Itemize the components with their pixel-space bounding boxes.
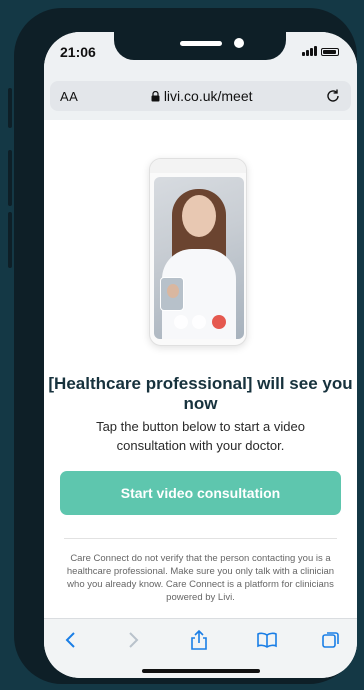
share-icon[interactable] [184, 625, 214, 655]
disclaimer: Care Connect do not verify that the pers… [66, 553, 335, 603]
address-bar[interactable]: AA livi.co.uk/meet [50, 81, 351, 111]
signal-icon [302, 46, 317, 56]
illustration-status-bar [150, 159, 246, 173]
video-call-illustration [149, 158, 247, 346]
url-display[interactable]: livi.co.uk/meet [151, 88, 253, 104]
url-text: livi.co.uk/meet [163, 88, 253, 104]
reload-icon[interactable] [325, 88, 341, 104]
back-icon[interactable] [56, 625, 86, 655]
status-time: 21:06 [60, 44, 96, 60]
instructions: Tap the button below to start a video co… [96, 419, 305, 453]
status-icons [302, 46, 339, 56]
divider [64, 538, 337, 539]
notch [114, 32, 286, 60]
browser-chrome: 21:06 AA livi.co.uk/meet [44, 32, 357, 120]
volume-up-button [8, 150, 12, 206]
end-call-icon [212, 315, 226, 329]
speaker [180, 41, 222, 46]
text-size-button[interactable]: AA [60, 89, 78, 104]
start-video-button[interactable]: Start video consultation [60, 471, 341, 515]
tabs-icon[interactable] [316, 625, 346, 655]
doctor-video [154, 177, 244, 339]
browser-toolbar [44, 618, 357, 678]
camera-icon [192, 315, 206, 329]
forward-icon[interactable] [118, 625, 148, 655]
phone-screen: 21:06 AA livi.co.uk/meet [Healthcare pro… [44, 32, 357, 678]
phone-frame: 21:06 AA livi.co.uk/meet [Healthcare pro… [14, 8, 357, 684]
self-view [160, 277, 184, 311]
volume-down-button [8, 212, 12, 268]
self-face [167, 284, 179, 298]
lock-icon [151, 90, 160, 101]
side-button [8, 88, 12, 128]
mic-icon [174, 315, 188, 329]
page-title: [Healthcare professional] will see you n… [48, 374, 353, 413]
bookmarks-icon[interactable] [252, 625, 282, 655]
camera [234, 38, 244, 48]
home-indicator [142, 669, 260, 673]
battery-icon [321, 48, 339, 56]
doctor-face [182, 195, 216, 237]
